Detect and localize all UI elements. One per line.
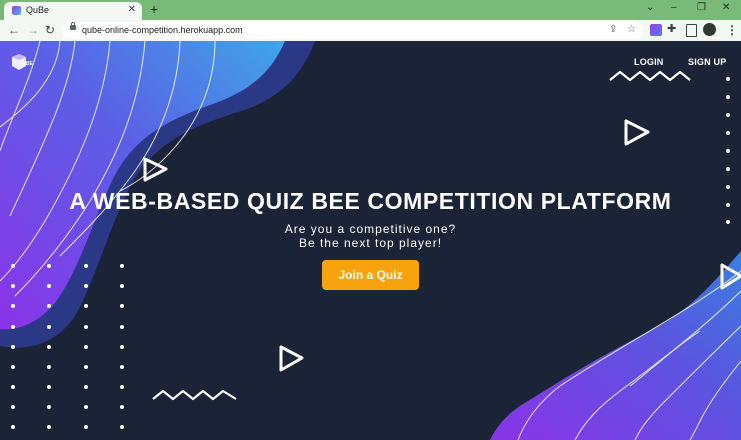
reload-icon[interactable]: ↻: [45, 23, 55, 37]
tab-title: QuBe: [26, 5, 50, 15]
restore-icon[interactable]: ❐: [697, 2, 706, 13]
tab-close-icon[interactable]: ✕: [128, 4, 136, 15]
extension-icon[interactable]: [650, 24, 662, 36]
join-quiz-button[interactable]: Join a Quiz: [322, 260, 419, 290]
triangle-shape-bottom: [279, 345, 304, 372]
landing-page: QBE LOGIN SIGN UP A WEB-BASED QUIZ BEE C…: [0, 41, 741, 440]
tab-search-icon[interactable]: ⌄: [646, 2, 654, 13]
back-icon[interactable]: ←: [8, 23, 20, 37]
bookmark-star-icon[interactable]: ☆: [627, 24, 636, 35]
logo-text: QBE: [22, 61, 33, 67]
bottom-right-wave-shape: [490, 251, 741, 440]
side-panel-icon[interactable]: [686, 24, 697, 37]
tab-favicon-icon: [12, 6, 21, 15]
browser-chrome: QuBe ✕ + ⌄ – ❐ ✕ ← → ↻ qube-online-compe…: [0, 0, 741, 41]
triangle-shape-top-right: [624, 119, 650, 146]
hero-subtitle-line1: Are you a competitive one?: [284, 222, 457, 236]
signup-link[interactable]: SIGN UP: [688, 57, 726, 67]
minimize-icon[interactable]: –: [671, 2, 677, 13]
tab-strip: QuBe ✕ + ⌄ – ❐ ✕: [0, 0, 741, 20]
lock-icon[interactable]: [70, 22, 76, 30]
window-close-icon[interactable]: ✕: [722, 2, 730, 13]
triangle-shape-center-left: [143, 157, 168, 182]
address-bar[interactable]: qube-online-competition.herokuapp.com ⇪ …: [62, 22, 644, 39]
more-menu-icon[interactable]: ⋮: [726, 23, 738, 37]
login-link[interactable]: LOGIN: [634, 57, 664, 67]
hero-title: A WEB-BASED QUIZ BEE COMPETITION PLATFOR…: [69, 188, 672, 214]
url-text[interactable]: qube-online-competition.herokuapp.com: [82, 25, 243, 35]
bottom-zigzag: [152, 389, 237, 401]
hero-subtitle-line2: Be the next top player!: [298, 236, 443, 250]
browser-tab[interactable]: QuBe ✕: [4, 2, 142, 20]
share-icon[interactable]: ⇪: [609, 24, 617, 35]
top-right-zigzag: [609, 70, 691, 82]
profile-avatar-icon[interactable]: [703, 23, 716, 36]
new-tab-icon[interactable]: +: [150, 1, 158, 17]
browser-toolbar: ← → ↻ qube-online-competition.herokuapp.…: [0, 20, 741, 41]
forward-icon[interactable]: →: [27, 23, 39, 37]
puzzle-icon[interactable]: ✚: [667, 22, 676, 35]
